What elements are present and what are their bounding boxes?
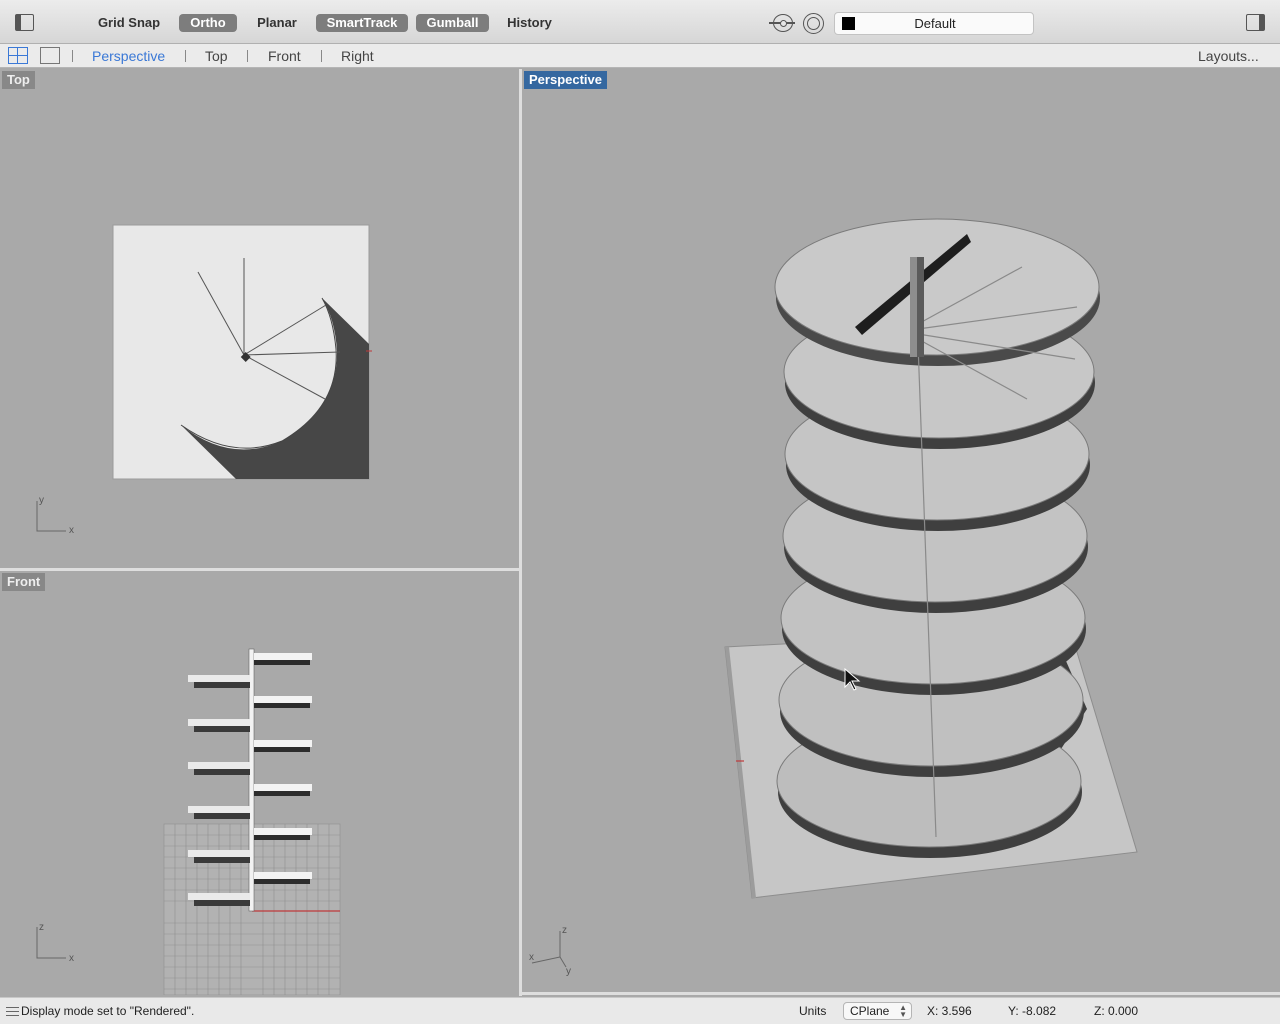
top-view-canvas: y x — [36, 224, 372, 536]
layouts-button[interactable]: Layouts... — [1198, 44, 1259, 68]
sidebar-right-icon[interactable] — [1246, 14, 1265, 31]
cplane-label: CPlane — [850, 1004, 890, 1018]
tab-separator — [185, 50, 186, 62]
viewport-title[interactable]: Front — [2, 573, 46, 591]
axis-label-x: x — [69, 953, 74, 964]
tab-separator — [72, 50, 73, 62]
status-message: Display mode set to "Rendered". — [21, 1004, 195, 1018]
layer-selector[interactable]: Default — [834, 12, 1034, 35]
record-history-icon[interactable] — [803, 13, 824, 34]
main-toolbar: Grid Snap Ortho Planar SmartTrack Gumbal… — [0, 0, 1280, 44]
axis-label-x: x — [529, 952, 534, 963]
single-viewport-icon[interactable] — [40, 47, 60, 64]
spiral-stair-treads — [774, 218, 1100, 858]
front-viewport[interactable]: z x Front — [0, 571, 519, 995]
tab-separator — [247, 50, 248, 62]
tab-front[interactable]: Front — [268, 44, 301, 68]
four-viewports-icon[interactable] — [8, 47, 28, 64]
coord-y: Y: -8.082 — [1008, 1004, 1057, 1018]
viewport-title[interactable]: Top — [2, 71, 35, 89]
axis-gizmo-zx — [531, 931, 561, 964]
coord-z: Z: 0.000 — [1094, 1004, 1139, 1018]
history-toggle[interactable]: History — [502, 14, 557, 32]
viewport-tab-bar: Perspective Top Front Right Layouts... — [0, 44, 1280, 68]
chevron-updown-icon: ▲ ▼ — [899, 1003, 907, 1019]
units-button[interactable]: Units — [799, 1004, 826, 1018]
axis-label-z: z — [562, 925, 567, 936]
front-view-canvas: z x — [36, 648, 341, 995]
command-history-icon[interactable] — [6, 1007, 19, 1016]
tab-top[interactable]: Top — [205, 44, 228, 68]
viewport-divider-bottom — [522, 992, 1280, 995]
center-post — [248, 648, 255, 912]
axis-label-x: x — [69, 525, 74, 536]
gumball-toggle[interactable]: Gumball — [416, 14, 489, 32]
axis-label-y: y — [39, 495, 44, 506]
tab-perspective[interactable]: Perspective — [92, 44, 165, 68]
cplane-select[interactable]: CPlane ▲ ▼ — [843, 1002, 912, 1020]
perspective-viewport[interactable]: z x y Perspective — [522, 69, 1280, 992]
smarttrack-toggle[interactable]: SmartTrack — [316, 14, 408, 32]
ortho-toggle[interactable]: Ortho — [179, 14, 237, 32]
axis-label-z: z — [39, 922, 44, 933]
grid-snap-toggle[interactable]: Grid Snap — [94, 14, 164, 32]
viewport-title[interactable]: Perspective — [524, 71, 607, 89]
top-viewport[interactable]: y x Top — [0, 69, 519, 568]
layer-name: Default — [914, 16, 956, 31]
axis-label-y: y — [566, 966, 571, 977]
perspective-view-canvas: z x y — [529, 218, 1138, 977]
center-post-shade — [917, 257, 924, 357]
planar-toggle[interactable]: Planar — [252, 14, 302, 32]
tab-separator — [321, 50, 322, 62]
tab-right[interactable]: Right — [341, 44, 374, 68]
coord-x: X: 3.596 — [927, 1004, 972, 1018]
sidebar-left-icon[interactable] — [15, 14, 34, 31]
osnap-icon[interactable] — [769, 14, 795, 32]
status-bar: Display mode set to "Rendered". Units CP… — [0, 997, 1280, 1024]
